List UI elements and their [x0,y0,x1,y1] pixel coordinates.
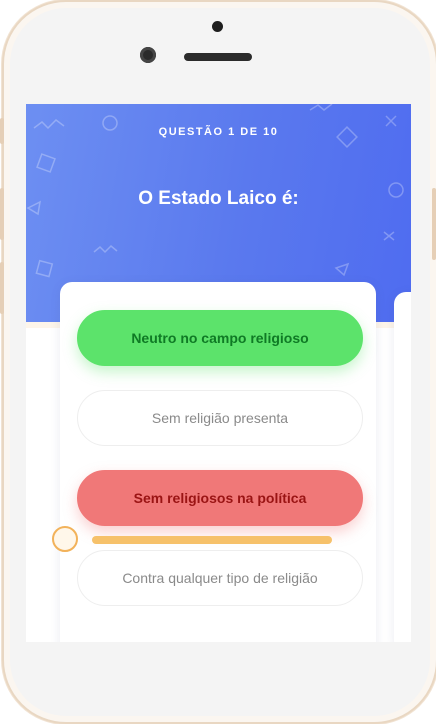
answer-option-wrong[interactable]: Sem religiosos na política [77,470,363,526]
square-outline-icon [36,153,56,173]
stopwatch-icon [52,526,78,552]
answer-label: Neutro no campo religioso [131,330,309,346]
triangle-outline-icon [334,262,350,277]
answer-option-correct[interactable]: Neutro no campo religioso [77,310,363,366]
answer-label: Contra qualquer tipo de religião [122,570,318,586]
next-question-card [394,292,411,642]
x-mark-icon [383,231,395,241]
zigzag-icon [93,244,118,254]
question-progress-label: QUESTÃO 1 DE 10 [158,126,279,138]
answer-option[interactable]: Contra qualquer tipo de religião [77,550,363,606]
front-sensor [212,21,223,32]
question-title: O Estado Laico é: [138,188,299,209]
volume-down-button [0,262,4,314]
answer-option[interactable]: Sem religião presenta [77,390,363,446]
timer-progress-bar [92,536,332,544]
answer-label: Sem religião presenta [151,410,289,426]
volume-up-button [0,188,4,240]
answer-card: Neutro no campo religioso Sem religião p… [60,282,376,642]
answer-label: Sem religiosos na política [133,490,307,506]
silent-switch [0,118,4,144]
zigzag-icon [309,104,333,111]
earpiece-speaker [184,53,252,61]
square-outline-icon [35,259,54,278]
app-screen: QUESTÃO 1 DE 10 O Estado Laico é: Neutro… [26,104,411,642]
front-camera [140,47,156,63]
power-button [432,188,436,260]
x-mark-icon [385,115,397,127]
